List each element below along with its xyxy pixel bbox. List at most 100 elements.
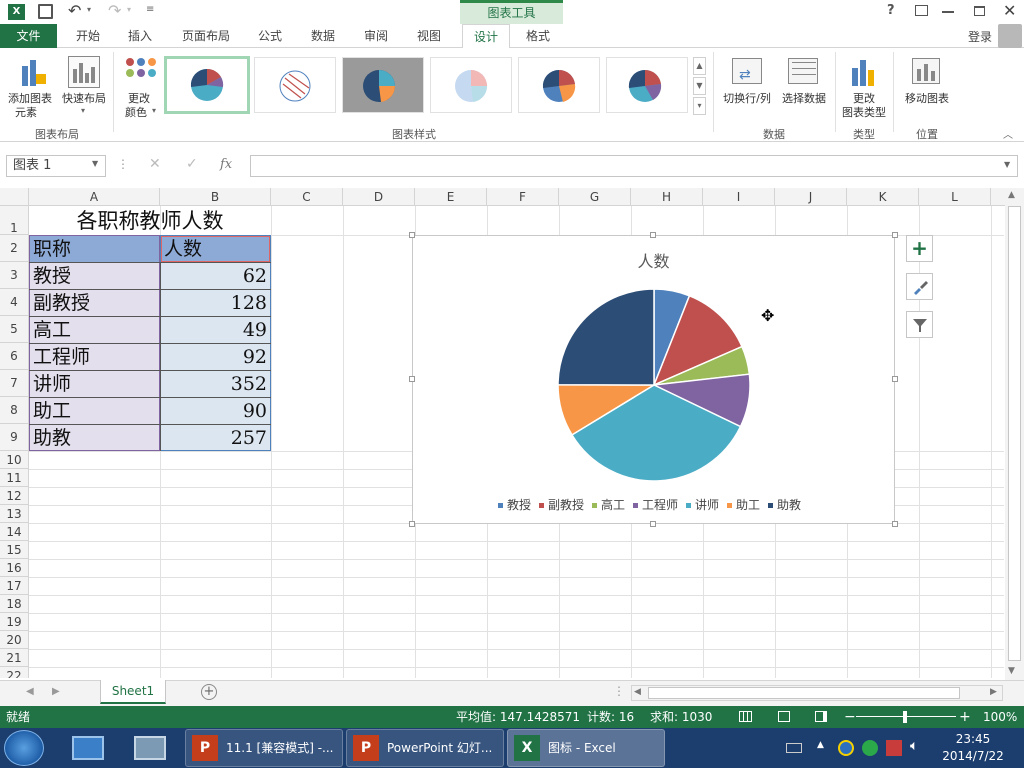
table-cell-count[interactable]: 92 (164, 344, 267, 370)
row-header-21[interactable]: 21 (0, 649, 29, 667)
column-header-h[interactable]: H (631, 188, 703, 206)
tray-network-icon[interactable] (838, 740, 854, 756)
sheet-tab-sheet1[interactable]: Sheet1 (100, 680, 166, 704)
legend-item[interactable]: 高工 (591, 498, 625, 512)
column-header-a[interactable]: A (29, 188, 160, 206)
table-cell-name[interactable]: 助工 (33, 398, 153, 424)
row-header-7[interactable]: 7 (0, 370, 29, 397)
minimize-icon[interactable] (942, 11, 954, 13)
clock-time[interactable]: 23:45 (943, 732, 1003, 746)
legend-item[interactable]: 助教 (768, 498, 801, 512)
resize-handle[interactable] (409, 232, 415, 238)
start-button[interactable] (4, 730, 44, 766)
tab-review[interactable]: 审阅 (358, 24, 394, 48)
table-cell-name[interactable]: 教授 (33, 263, 153, 289)
quick-layout-button[interactable]: 快速布局 ▾ (58, 54, 110, 120)
chart-style-4[interactable] (430, 57, 512, 113)
show-desktop-icon[interactable] (72, 736, 104, 760)
chart-style-3[interactable] (342, 57, 424, 113)
expand-formula-icon[interactable]: ▼ (1004, 160, 1010, 169)
user-avatar-icon[interactable] (998, 24, 1022, 48)
tab-file[interactable]: 文件 (0, 24, 57, 48)
taskbar-item-powerpoint-2[interactable]: P PowerPoint 幻灯... (346, 729, 504, 767)
switch-row-column-button[interactable]: ⇄ 切换行/列 (718, 54, 776, 120)
collapse-ribbon-icon[interactable]: ︿ (1003, 126, 1013, 141)
next-sheet-icon[interactable]: ▶ (52, 686, 60, 697)
resize-handle[interactable] (650, 232, 656, 238)
chart-title[interactable]: 人数 (413, 248, 894, 272)
chart-filters-button[interactable] (906, 311, 933, 338)
row-header-9[interactable]: 9 (0, 424, 29, 451)
tab-format[interactable]: 格式 (519, 24, 557, 48)
table-cell-count[interactable]: 90 (164, 398, 267, 424)
column-header-j[interactable]: J (775, 188, 847, 206)
chart-elements-button[interactable]: + (906, 235, 933, 262)
column-header-d[interactable]: D (343, 188, 415, 206)
resize-handle[interactable] (892, 376, 898, 382)
chart-legend[interactable]: 教授 副教授 高工 工程师 讲师 助工 助教 (413, 496, 894, 513)
column-header-g[interactable]: G (559, 188, 631, 206)
resize-handle[interactable] (409, 376, 415, 382)
name-box-dropdown-icon[interactable]: ▼ (92, 159, 98, 168)
tray-flag-icon[interactable] (886, 740, 902, 756)
row-header-12[interactable]: 12 (0, 487, 29, 505)
move-chart-button[interactable]: 移动图表 (898, 54, 956, 120)
legend-item[interactable]: 工程师 (632, 498, 678, 512)
tab-insert[interactable]: 插入 (122, 24, 158, 48)
column-header-c[interactable]: C (271, 188, 343, 206)
change-colors-button[interactable]: 更改 颜色 ▾ (118, 54, 160, 120)
row-header-16[interactable]: 16 (0, 559, 29, 577)
row-header-8[interactable]: 8 (0, 397, 29, 424)
table-cell-name[interactable]: 高工 (33, 317, 153, 343)
ribbon-display-icon[interactable] (915, 5, 928, 16)
scroll-right-icon[interactable]: ▶ (990, 687, 997, 697)
taskbar-item-excel[interactable]: X 图标 - Excel (507, 729, 665, 767)
table-cell-count[interactable]: 62 (164, 263, 267, 289)
row-header-18[interactable]: 18 (0, 595, 29, 613)
status-sum[interactable]: 求和: 1030 (650, 706, 712, 728)
scroll-up-icon[interactable]: ▲ (1008, 190, 1015, 200)
row-header-22[interactable]: 22 (0, 667, 29, 678)
add-chart-element-button[interactable]: 添加图表 元素 (4, 54, 56, 120)
gallery-expand-icon[interactable]: ▾ (693, 97, 706, 115)
table-cell-count[interactable]: 128 (164, 290, 267, 316)
legend-item[interactable]: 助工 (727, 498, 760, 512)
row-header-2[interactable]: 2 (0, 235, 29, 262)
resize-handle[interactable] (892, 232, 898, 238)
gallery-scroll-down-icon[interactable]: ▼ (693, 77, 706, 95)
chart-styles-button[interactable] (906, 273, 933, 300)
column-header-i[interactable]: I (703, 188, 775, 206)
restore-icon[interactable] (974, 6, 985, 16)
tab-page-layout[interactable]: 页面布局 (176, 24, 236, 48)
row-header-11[interactable]: 11 (0, 469, 29, 487)
resize-handle[interactable] (892, 521, 898, 527)
name-box[interactable]: 图表 1 (6, 155, 106, 177)
enter-icon[interactable]: ✓ (186, 156, 198, 172)
scroll-left-icon[interactable]: ◀ (634, 687, 641, 697)
zoom-out-icon[interactable]: − (844, 706, 856, 728)
pie-slice-7[interactable] (557, 288, 655, 386)
table-cell-name[interactable]: 助教 (33, 425, 153, 451)
help-icon[interactable]: ? (887, 3, 895, 18)
zoom-slider-thumb[interactable] (903, 711, 907, 723)
tab-data[interactable]: 数据 (305, 24, 341, 48)
sign-in-link[interactable]: 登录 (968, 28, 992, 45)
table-cell-count[interactable]: 257 (164, 425, 267, 451)
row-header-17[interactable]: 17 (0, 577, 29, 595)
new-sheet-button[interactable]: + (201, 684, 217, 700)
volume-icon[interactable]: 🔈︎ (910, 738, 918, 754)
table-cell-count[interactable]: 352 (164, 371, 267, 397)
zoom-in-icon[interactable]: + (959, 706, 971, 728)
tab-design[interactable]: 设计 (462, 24, 510, 49)
normal-view-icon[interactable] (739, 711, 752, 722)
row-header-20[interactable]: 20 (0, 631, 29, 649)
column-header-b[interactable]: B (160, 188, 271, 206)
legend-item[interactable]: 讲师 (686, 498, 719, 512)
legend-item[interactable]: 教授 (497, 498, 531, 512)
page-layout-view-icon[interactable] (778, 711, 790, 722)
close-icon[interactable]: ✕ (1003, 1, 1016, 20)
row-header-4[interactable]: 4 (0, 289, 29, 316)
scrollbar-thumb[interactable] (1008, 206, 1021, 661)
change-chart-type-button[interactable]: 更改 图表类型 (838, 54, 890, 120)
sheet-title-cell[interactable]: 各职称教师人数 (29, 208, 271, 235)
